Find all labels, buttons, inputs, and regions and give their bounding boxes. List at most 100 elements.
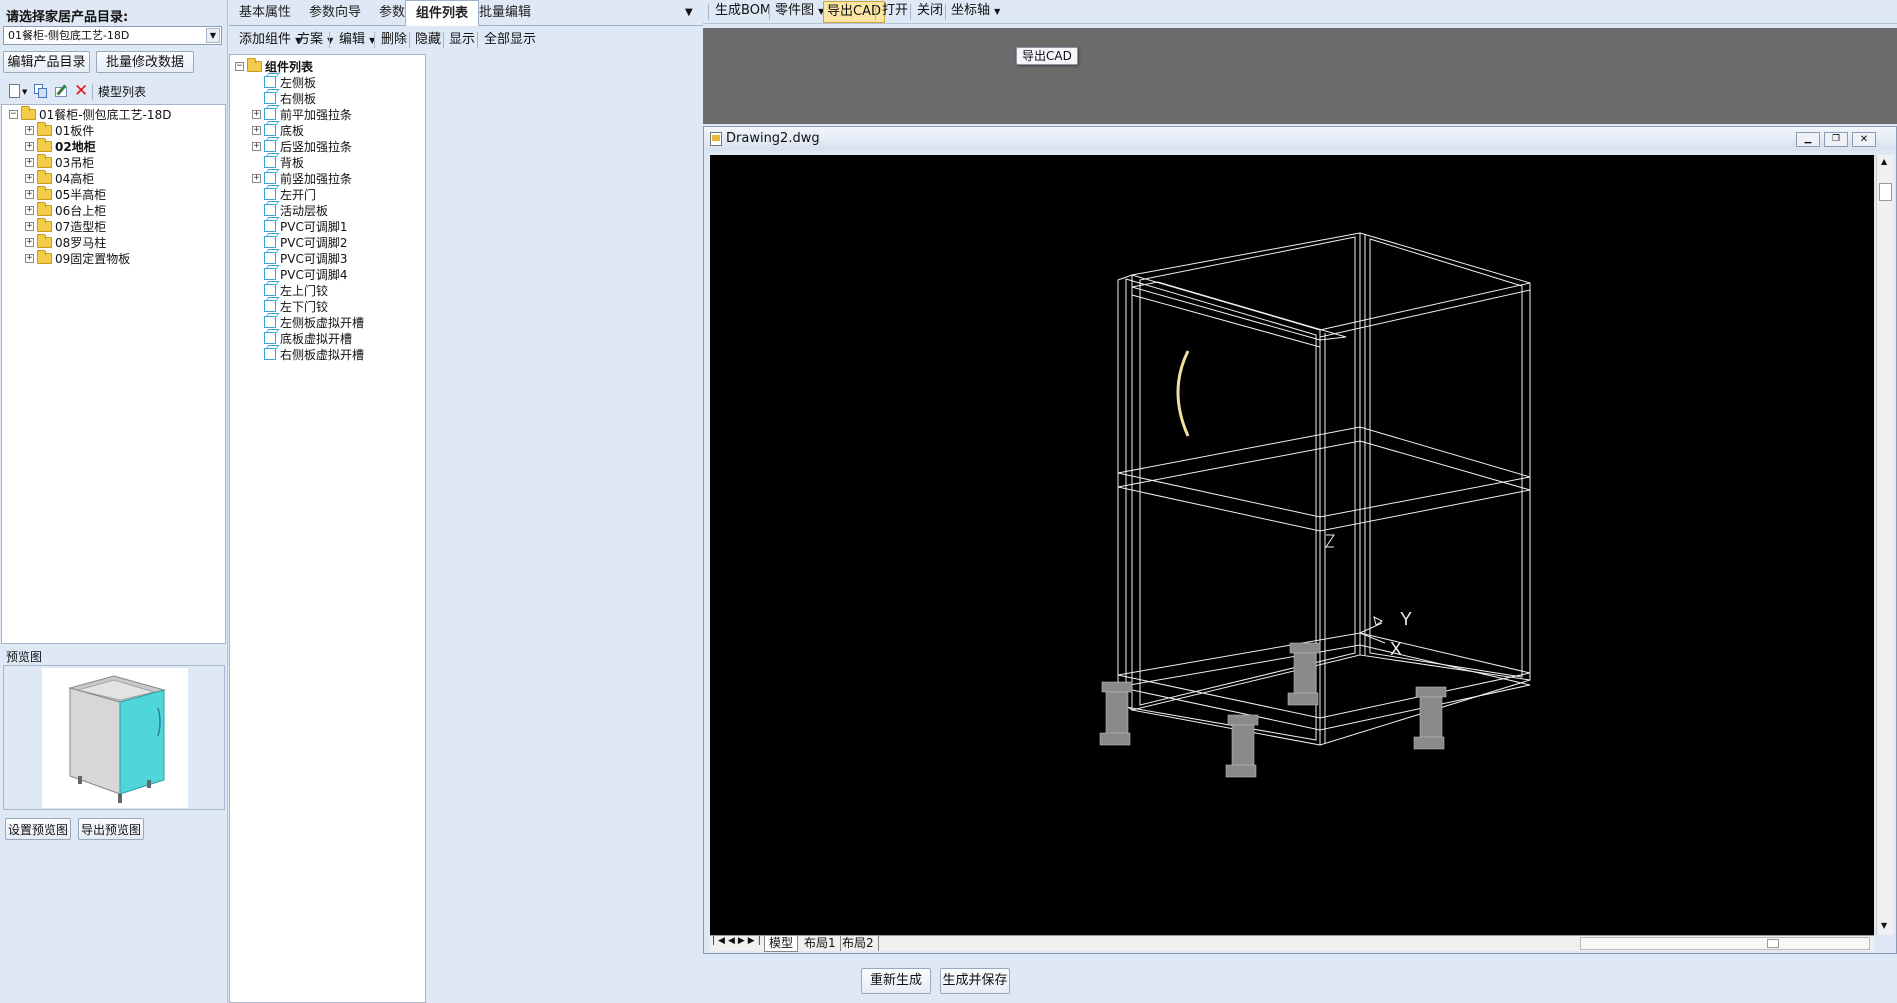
component-item[interactable]: 左上门铰 — [252, 282, 328, 298]
horizontal-scrollbar[interactable] — [1580, 937, 1870, 950]
expand-icon[interactable]: + — [252, 141, 261, 151]
delete-icon[interactable]: ✕ — [74, 80, 88, 102]
close-button[interactable]: 关闭 — [917, 1, 943, 21]
model-tree-item[interactable]: +08罗马柱 — [25, 233, 106, 250]
expand-icon[interactable]: + — [25, 157, 34, 167]
expand-icon[interactable]: + — [252, 173, 261, 183]
catalog-select[interactable]: 01餐柜-侧包底工艺-18D ▼ — [3, 26, 222, 45]
dropdown-arrow-icon[interactable]: ▼ — [22, 88, 27, 96]
model-tree-item[interactable]: +01板件 — [25, 121, 94, 138]
vertical-scrollbar[interactable]: ▲ ▼ — [1876, 155, 1894, 935]
show-all-button[interactable]: 全部显示 — [484, 30, 536, 50]
expand-icon[interactable]: + — [25, 221, 34, 231]
scroll-down-icon[interactable]: ▼ — [1881, 921, 1887, 930]
component-cube-icon — [264, 140, 276, 152]
collapse-icon[interactable]: − — [235, 61, 244, 71]
component-item[interactable]: 左开门 — [252, 186, 316, 202]
tab-batch-edit[interactable]: 批量编辑 — [469, 0, 541, 26]
expand-icon[interactable]: + — [252, 125, 261, 135]
tab-overflow-icon[interactable]: ▼ — [685, 7, 693, 18]
component-item[interactable]: + 底板 — [252, 122, 304, 138]
component-item[interactable]: 左侧板 — [252, 74, 316, 90]
layout-nav-icons[interactable]: |◀◀▶▶| — [712, 936, 764, 946]
tab-component-list[interactable]: 组件列表 — [405, 0, 480, 26]
component-item[interactable]: 活动层板 — [252, 202, 328, 218]
preview-frame — [3, 665, 225, 810]
expand-icon[interactable]: + — [25, 237, 34, 247]
catalog-select-value: 01餐柜-侧包底工艺-18D — [8, 29, 130, 42]
model-tree-item[interactable]: +06台上柜 — [25, 201, 107, 218]
model-tree-item[interactable]: +03吊柜 — [25, 153, 94, 170]
tab-parameter-wizard[interactable]: 参数向导 — [299, 0, 371, 26]
component-item[interactable]: 背板 — [252, 154, 304, 170]
expand-icon[interactable]: + — [25, 125, 34, 135]
edit-catalog-button[interactable]: 编辑产品目录 — [3, 51, 90, 73]
component-item-label: 活动层板 — [280, 203, 329, 218]
open-button[interactable]: 打开 — [882, 1, 908, 21]
scroll-up-icon[interactable]: ▲ — [1881, 157, 1887, 166]
layout-tab-model[interactable]: 模型 — [764, 936, 799, 952]
component-item[interactable]: PVC可调脚2 — [252, 234, 347, 250]
component-item[interactable]: PVC可调脚3 — [252, 250, 347, 266]
component-item[interactable]: 左下门铰 — [252, 298, 328, 314]
component-item[interactable]: 右侧板 — [252, 90, 316, 106]
set-preview-button[interactable]: 设置预览图 — [5, 818, 71, 840]
expand-icon[interactable]: + — [252, 109, 261, 119]
drawing-titlebar[interactable]: Drawing2.dwg ▁ ❐ ✕ — [704, 127, 1896, 151]
cad-canvas[interactable]: Y X — [710, 155, 1874, 935]
close-window-icon[interactable]: ✕ — [1852, 132, 1876, 147]
dwg-file-icon — [710, 132, 722, 146]
tab-basic-properties[interactable]: 基本属性 — [229, 0, 301, 26]
chevron-down-icon[interactable]: ▼ — [206, 28, 220, 43]
hide-button[interactable]: 隐藏 — [415, 30, 441, 50]
export-preview-button[interactable]: 导出预览图 — [78, 818, 144, 840]
edit-icon[interactable] — [55, 84, 70, 98]
model-tree-item[interactable]: +02地柜 — [25, 137, 96, 154]
hscroll-thumb[interactable] — [1767, 939, 1779, 948]
new-file-icon[interactable] — [9, 84, 20, 98]
component-item[interactable]: 底板虚拟开槽 — [252, 330, 352, 346]
component-tree-root[interactable]: − 组件列表 — [235, 57, 314, 74]
layout-tab-1[interactable]: 布局1 — [800, 936, 841, 951]
cad-toolbar: 生成BOM 零件图 ▼ 导出CAD 打开 关闭 坐标轴 ▼ — [703, 0, 1897, 24]
model-tree-item[interactable]: +04高柜 — [25, 169, 94, 186]
model-tree-item[interactable]: +07造型柜 — [25, 217, 106, 234]
component-tree-root-label: 组件列表 — [265, 59, 314, 74]
component-item-label: 背板 — [280, 155, 305, 170]
generate-bom-button[interactable]: 生成BOM — [715, 1, 771, 21]
copy-icon[interactable] — [34, 84, 48, 98]
minimize-icon[interactable]: ▁ — [1796, 132, 1820, 147]
model-tree-item[interactable]: +09固定置物板 — [25, 249, 130, 266]
edit-button[interactable]: 编辑 ▼ — [339, 30, 375, 51]
component-item[interactable]: 左侧板虚拟开槽 — [252, 314, 364, 330]
restore-icon[interactable]: ❐ — [1824, 132, 1848, 147]
add-component-button[interactable]: 添加组件 ▼ — [239, 30, 301, 51]
component-item[interactable]: 右侧板虚拟开槽 — [252, 346, 364, 362]
expand-icon[interactable]: + — [25, 189, 34, 199]
expand-icon[interactable]: + — [25, 253, 34, 263]
right-panel: 生成BOM 零件图 ▼ 导出CAD 打开 关闭 坐标轴 ▼ 导出CAD Draw… — [703, 0, 1897, 1003]
model-tree-item[interactable]: +05半高柜 — [25, 185, 106, 202]
component-item[interactable]: + 后竖加强拉条 — [252, 138, 352, 154]
delete-button[interactable]: 删除 — [381, 30, 407, 50]
component-item[interactable]: + 前平加强拉条 — [252, 106, 352, 122]
generate-save-button[interactable]: 生成并保存 — [940, 968, 1010, 994]
component-item[interactable]: PVC可调脚4 — [252, 266, 347, 282]
component-item-label: 右侧板虚拟开槽 — [280, 347, 365, 362]
model-tree-item-label: 06台上柜 — [55, 203, 107, 218]
batch-modify-button[interactable]: 批量修改数据 — [96, 51, 194, 73]
scheme-button[interactable]: 方案 ▼ — [297, 30, 333, 51]
expand-icon[interactable]: + — [25, 141, 34, 151]
parts-drawing-button[interactable]: 零件图 ▼ — [775, 1, 824, 22]
scroll-thumb[interactable] — [1879, 183, 1892, 201]
collapse-icon[interactable]: − — [9, 109, 18, 119]
component-item[interactable]: + 前竖加强拉条 — [252, 170, 352, 186]
expand-icon[interactable]: + — [25, 205, 34, 215]
component-item[interactable]: PVC可调脚1 — [252, 218, 347, 234]
regenerate-button[interactable]: 重新生成 — [861, 968, 931, 994]
layout-tab-2[interactable]: 布局2 — [838, 936, 879, 951]
axis-button[interactable]: 坐标轴 ▼ — [951, 1, 1000, 22]
expand-icon[interactable]: + — [25, 173, 34, 183]
show-button[interactable]: 显示 — [449, 30, 475, 50]
tree-root[interactable]: − 01餐柜-侧包底工艺-18D — [9, 105, 171, 122]
